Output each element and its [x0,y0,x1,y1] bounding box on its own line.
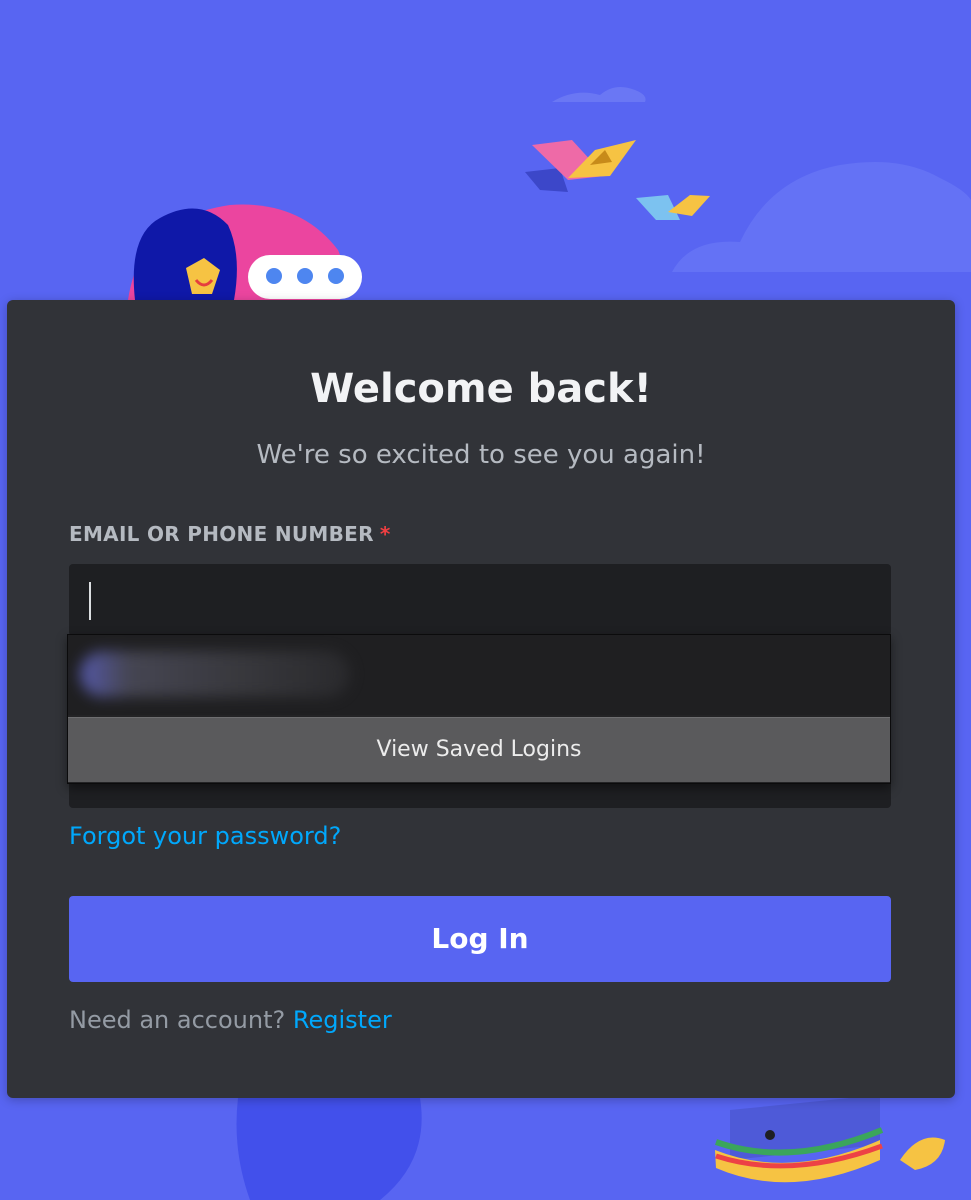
required-marker: * [379,522,391,546]
login-card: Welcome back! We're so excited to see yo… [7,300,955,1098]
autofill-dropdown: View Saved Logins [67,634,891,784]
email-label: EMAIL OR PHONE NUMBER * [69,522,391,546]
cloud-icon [552,86,646,102]
saved-login-item[interactable] [68,635,890,715]
email-field[interactable] [69,564,891,636]
page-title: Welcome back! [310,366,652,412]
need-account-text: Need an account? [69,1006,286,1034]
text-caret [89,582,91,620]
bird-icon [525,140,636,192]
forgot-password-link[interactable]: Forgot your password? [69,822,341,850]
register-prompt: Need an account? Register [69,1006,392,1034]
blob-shape [236,1098,422,1200]
sandwich-illustration [715,1095,945,1183]
typing-bubble-icon [248,255,362,299]
login-button[interactable]: Log In [69,896,891,982]
email-label-text: EMAIL OR PHONE NUMBER [69,522,374,546]
saved-login-redacted [80,651,350,697]
view-saved-logins-button[interactable]: View Saved Logins [68,717,890,782]
cloud-icon [672,161,971,272]
register-link[interactable]: Register [293,1006,392,1034]
bird-icon [636,195,710,220]
page-subtitle: We're so excited to see you again! [256,440,706,470]
